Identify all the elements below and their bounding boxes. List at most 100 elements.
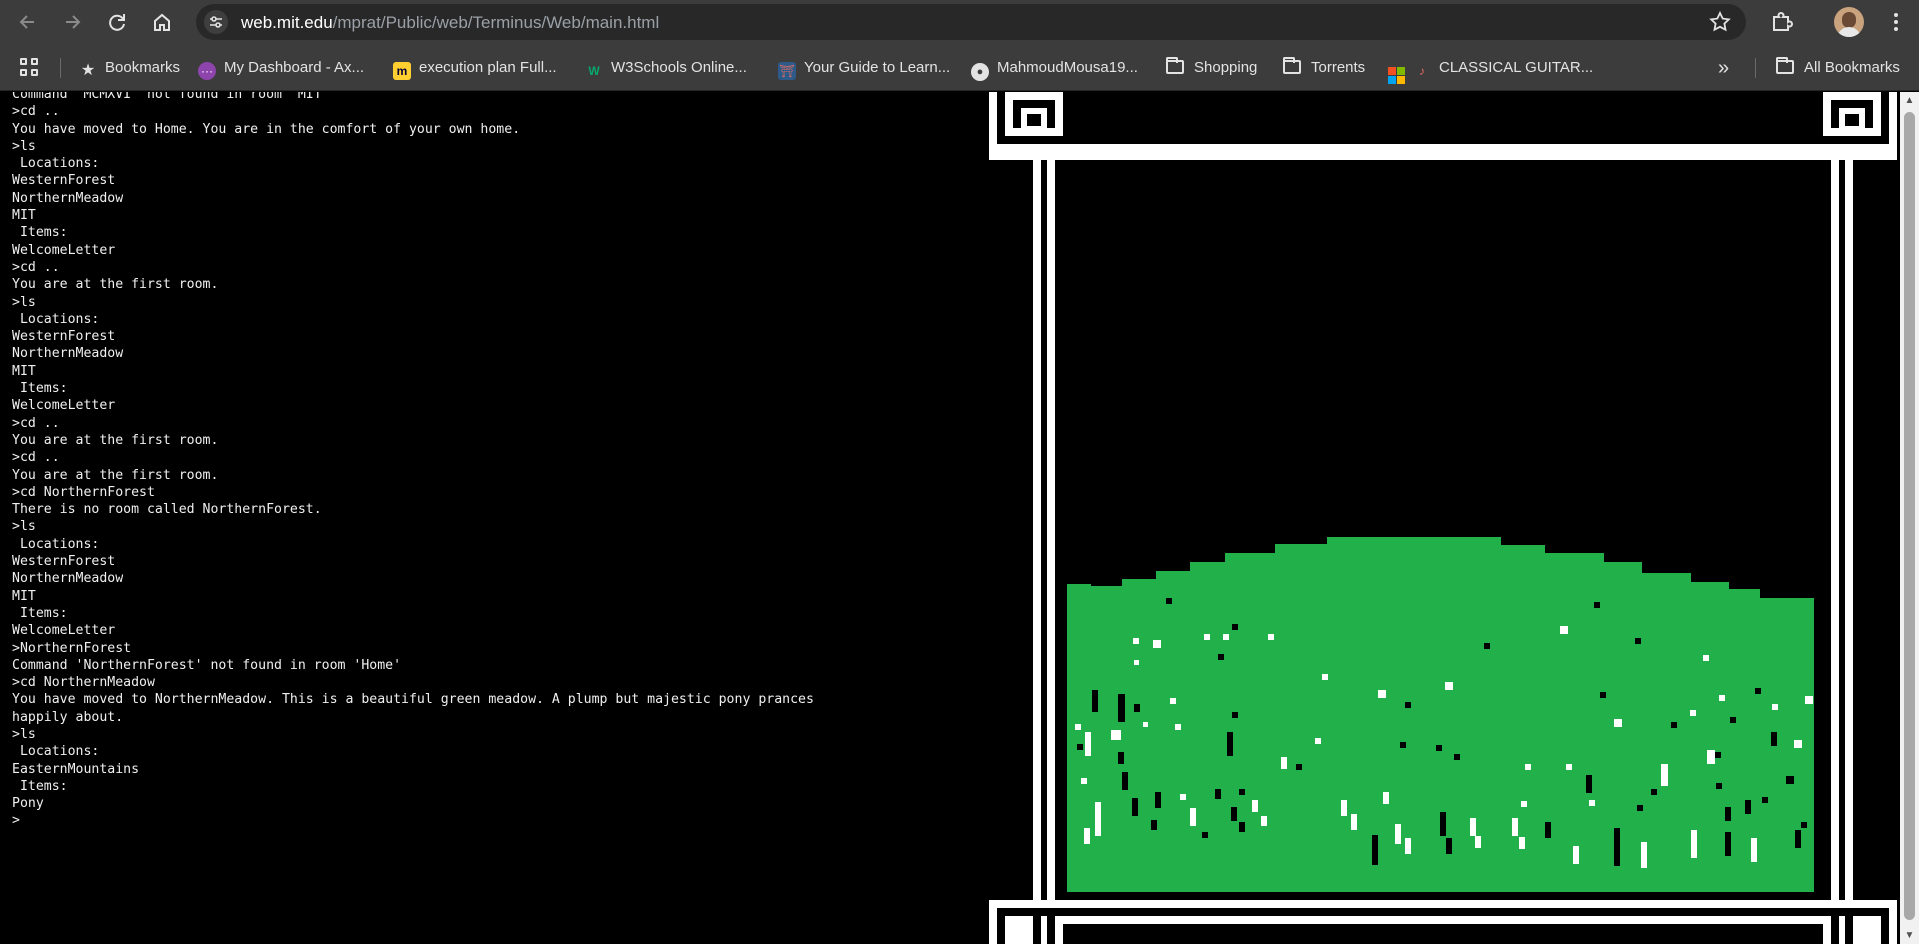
home-button[interactable] xyxy=(146,6,178,38)
reload-button[interactable] xyxy=(101,6,133,38)
profile-avatar[interactable] xyxy=(1834,7,1864,37)
star-icon: ★ xyxy=(80,62,96,79)
extensions-button[interactable] xyxy=(1765,6,1797,38)
bookmark-folder-shopping[interactable]: Shopping xyxy=(1166,56,1257,80)
bookmarks-separator xyxy=(1755,58,1756,78)
grass-blade xyxy=(1252,800,1258,812)
bookmark-label: Torrents xyxy=(1311,59,1366,76)
grass-blade xyxy=(1383,792,1389,804)
forward-button[interactable] xyxy=(56,6,88,38)
bookmark-github[interactable]: ● MahmoudMousa19... xyxy=(971,56,1138,81)
grass-blade xyxy=(1436,745,1442,751)
scrollbar-thumb[interactable] xyxy=(1904,112,1915,920)
grass-blade xyxy=(1771,732,1777,746)
grass-blade xyxy=(1400,742,1406,748)
terminal-line: NorthernMeadow xyxy=(12,346,124,362)
frame-left-post xyxy=(1033,160,1055,944)
bookmark-label: CLASSICAL GUITAR... xyxy=(1439,59,1594,76)
github-icon: ● xyxy=(971,63,989,81)
grass-blade xyxy=(1600,692,1606,698)
terminal-line: Locations: xyxy=(12,744,100,760)
terminal-line: You are at the first room. xyxy=(12,467,219,483)
terminal-line: WelcomeLetter xyxy=(12,398,116,414)
terminal-line: >cd .. xyxy=(12,259,60,275)
grass-blade xyxy=(1475,836,1481,848)
arrow-left-icon xyxy=(19,15,34,29)
grass-blade xyxy=(1801,822,1807,828)
w3schools-icon: W xyxy=(588,64,600,78)
page-scrollbar[interactable]: ▲ ▼ xyxy=(1900,92,1919,944)
guitar-icon: ♪ xyxy=(1419,64,1425,78)
grass-blade xyxy=(1521,801,1527,807)
bookmark-star-button[interactable] xyxy=(1708,10,1732,40)
grass-blade xyxy=(1204,634,1210,640)
bookmark-bookmarks[interactable]: ★ Bookmarks xyxy=(79,56,180,80)
grass-blade xyxy=(1143,722,1148,727)
grass-blade xyxy=(1755,688,1761,694)
grass-blade xyxy=(1281,757,1287,769)
grass-blade xyxy=(1151,820,1157,830)
grass-blade xyxy=(1725,832,1731,856)
grass-blade xyxy=(1446,838,1452,854)
grass-blade xyxy=(1772,704,1778,710)
bookmark-folder-torrents[interactable]: Torrents xyxy=(1283,56,1365,80)
scroll-up-arrow[interactable]: ▲ xyxy=(1900,92,1919,109)
grass-blade xyxy=(1560,626,1568,634)
grass-blade xyxy=(1589,800,1595,806)
grass-blade xyxy=(1545,822,1551,838)
terminal-panel[interactable]: Command 'MCMXVI' not found in room 'MIT'… xyxy=(0,92,985,944)
address-bar[interactable]: web.mit.edu/mprat/Public/web/Terminus/We… xyxy=(196,4,1746,40)
torii-icon: ⛩ xyxy=(778,62,796,80)
grass-blade xyxy=(1715,752,1721,758)
all-bookmarks-button[interactable]: All Bookmarks xyxy=(1776,56,1900,80)
apps-grid-icon[interactable] xyxy=(20,58,40,78)
bookmark-execution-plan[interactable]: m execution plan Full... xyxy=(393,56,557,80)
grass-blade xyxy=(1786,776,1794,784)
folder-icon xyxy=(1283,57,1301,74)
microsoft-icon xyxy=(1388,67,1405,84)
terminal-output: Command 'MCMXVI' not found in room 'MIT'… xyxy=(12,92,814,830)
bookmark-your-guide[interactable]: ⛩ Your Guide to Learn... xyxy=(778,56,950,80)
bookmarks-overflow-button[interactable]: » xyxy=(1718,56,1729,80)
url-text[interactable]: web.mit.edu/mprat/Public/web/Terminus/We… xyxy=(241,13,659,33)
bookmark-label: MahmoudMousa19... xyxy=(997,59,1138,76)
terminal-line: >cd NorthernMeadow xyxy=(12,675,155,691)
miro-icon: m xyxy=(393,62,411,80)
bookmark-label: W3Schools Online... xyxy=(611,59,747,76)
grass-blade xyxy=(1594,602,1600,608)
scroll-down-arrow[interactable]: ▼ xyxy=(1900,927,1919,944)
site-info-button[interactable] xyxy=(204,10,228,34)
bookmark-classical-guitar[interactable]: ♪ CLASSICAL GUITAR... xyxy=(1388,56,1594,84)
grass-blade xyxy=(1762,797,1768,803)
grass-blade xyxy=(1614,719,1622,727)
grass-blade xyxy=(1445,682,1453,690)
terminal-line: You have moved to NorthernMeadow. This i… xyxy=(12,692,814,708)
grass-blade xyxy=(1175,724,1181,730)
bookmark-my-dashboard[interactable]: ··· My Dashboard - Ax... xyxy=(198,56,364,80)
tune-icon xyxy=(210,16,222,28)
avatar-face xyxy=(1842,12,1856,28)
grass-blade xyxy=(1641,842,1647,868)
grass-blade xyxy=(1637,805,1643,811)
bookmark-label: execution plan Full... xyxy=(419,59,557,76)
arrow-right-icon xyxy=(66,15,81,29)
terminal-line: Items: xyxy=(12,225,68,241)
grass-blade xyxy=(1215,789,1221,799)
grass-blade xyxy=(1132,798,1138,816)
browser-toolbar: web.mit.edu/mprat/Public/web/Terminus/We… xyxy=(0,0,1919,44)
back-button[interactable] xyxy=(12,6,44,38)
grass-blade xyxy=(1239,789,1245,795)
grass-blade xyxy=(1635,638,1641,644)
grass-blade xyxy=(1725,807,1731,821)
bookmark-w3schools[interactable]: W W3Schools Online... xyxy=(585,56,747,80)
terminal-line: WesternForest xyxy=(12,329,116,345)
grass-blade xyxy=(1092,690,1098,712)
browser-menu-button[interactable] xyxy=(1880,6,1912,38)
grass-blade xyxy=(1118,694,1125,722)
grass-blade xyxy=(1805,696,1813,704)
terminal-line: You have moved to Home. You are in the c… xyxy=(12,121,521,137)
grass-blade xyxy=(1180,794,1186,800)
bookmark-label: My Dashboard - Ax... xyxy=(224,59,365,76)
grass-blade xyxy=(1322,674,1328,680)
grass-blade xyxy=(1573,846,1579,864)
